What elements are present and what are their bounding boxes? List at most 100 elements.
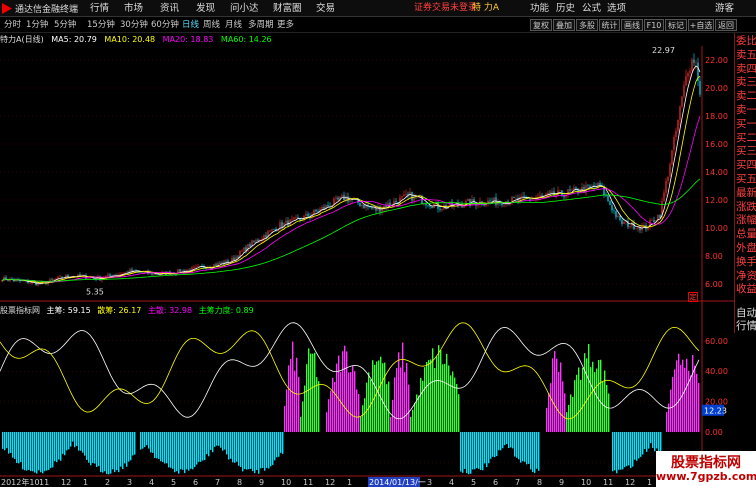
period-15min[interactable]: 15分钟: [87, 17, 115, 33]
tool-add-favorite[interactable]: +自选: [688, 19, 714, 31]
indicator-bar-negative: [500, 432, 502, 451]
candle-body: [555, 195, 557, 196]
indicator-bar-positive: [314, 352, 316, 432]
candle-body: [683, 85, 685, 97]
indicator-bar-negative: [74, 432, 76, 448]
period-intraday[interactable]: 分时: [4, 17, 21, 33]
tool-draw[interactable]: 画线: [621, 19, 643, 31]
login-status[interactable]: 证券交易未登录: [414, 0, 477, 17]
menu-trade[interactable]: 交易: [316, 0, 335, 17]
indicator-bar-positive: [430, 359, 432, 432]
indicator-tick: 0.00: [705, 428, 723, 437]
menu-discover[interactable]: 发现: [196, 0, 215, 17]
indicator-bar-positive: [328, 399, 330, 432]
indicator-bar-negative: [224, 432, 226, 450]
period-weekly[interactable]: 周线: [203, 17, 220, 33]
indicator-main-chip: 主筹: 59.15: [46, 306, 91, 315]
indicator-bar-positive: [438, 345, 440, 432]
candle-body: [401, 196, 403, 198]
date-tick: 1: [83, 478, 88, 487]
indicator-bar-negative: [514, 432, 516, 457]
indicator-bar-negative: [506, 432, 508, 445]
indicator-bar-positive: [554, 351, 556, 432]
indicator-bar-negative: [282, 432, 284, 454]
indicator-bar-positive: [380, 356, 382, 432]
indicator-bar-positive: [288, 365, 290, 432]
side-marker: 定: [688, 292, 698, 302]
indicator-bar-positive: [458, 394, 460, 432]
chart-canvas[interactable]: 22.0020.0018.0016.0014.0012.0010.008.006…: [0, 0, 756, 487]
candle-body: [109, 274, 111, 276]
indicator-bar-negative: [268, 432, 270, 469]
period-more[interactable]: 更多: [277, 17, 294, 33]
menu-wealth[interactable]: 财富圈: [273, 0, 302, 17]
indicator-tick: 60.00: [705, 337, 728, 346]
tool-adjust[interactable]: 复权: [530, 19, 552, 31]
indicator-bar-negative: [80, 432, 82, 451]
indicator-bar-negative: [624, 432, 626, 468]
indicator-bar-negative: [480, 432, 482, 470]
menu-guest[interactable]: 游客: [715, 0, 734, 17]
indicator-strength: 主筹力度: 0.89: [198, 306, 254, 315]
menu-market[interactable]: 市场: [124, 0, 143, 17]
indicator-bar-negative: [72, 432, 74, 442]
tool-mark[interactable]: 标记: [665, 19, 687, 31]
candle-body: [549, 192, 551, 194]
auto-quote-label[interactable]: 自动: [736, 307, 756, 319]
period-1min[interactable]: 1分钟: [26, 17, 48, 33]
menu-news[interactable]: 资讯: [160, 0, 179, 17]
candle-body: [519, 197, 521, 201]
tool-f10[interactable]: F10: [644, 19, 664, 31]
indicator-bar-negative: [24, 432, 26, 471]
period-daily[interactable]: 日线: [182, 17, 199, 33]
date-tick: 8: [537, 478, 542, 487]
candle-body: [295, 217, 297, 218]
period-30min[interactable]: 30分钟: [120, 17, 148, 33]
indicator-bar-negative: [630, 432, 632, 469]
indicator-bar-negative: [276, 432, 278, 458]
candle-body: [255, 239, 257, 242]
indicator-bar-positive: [440, 350, 442, 432]
tool-multi-stock[interactable]: 多股: [576, 19, 598, 31]
tool-overlay[interactable]: 叠加: [553, 19, 575, 31]
indicator-name[interactable]: 股票指标网: [0, 306, 40, 315]
indicator-bar-negative: [612, 432, 614, 472]
indicator-bar-negative: [204, 432, 206, 461]
menu-options[interactable]: 选项: [607, 0, 626, 17]
auto-quote-label[interactable]: 行情: [736, 320, 756, 332]
indicator-bar-negative: [90, 432, 92, 466]
indicator-bar-negative: [148, 432, 150, 449]
candle-body: [669, 164, 671, 177]
indicator-bar-negative: [128, 432, 130, 462]
period-5min[interactable]: 5分钟: [54, 17, 76, 33]
indicator-bar-negative: [88, 432, 90, 463]
moving-averages: [1, 65, 701, 284]
tool-stats[interactable]: 统计: [599, 19, 620, 31]
indicator-bar-negative: [460, 432, 462, 472]
menu-history[interactable]: 历史: [556, 0, 575, 17]
tool-back[interactable]: 返回: [715, 19, 737, 31]
candle-body: [629, 226, 631, 227]
indicator-bar-negative: [538, 432, 540, 471]
candle-body: [321, 206, 323, 209]
indicator-bar-negative: [140, 432, 142, 450]
menu-market-quote[interactable]: 行情: [90, 0, 109, 17]
date-tick: 12: [325, 478, 335, 487]
menu-formula[interactable]: 公式: [582, 0, 601, 17]
indicator-bar-negative: [104, 432, 106, 472]
indicator-bar-positive: [676, 360, 678, 432]
period-multi[interactable]: 多周期: [248, 17, 274, 33]
period-monthly[interactable]: 月线: [225, 17, 242, 33]
indicator-bar-negative: [536, 432, 538, 469]
indicator-bar-positive: [698, 383, 700, 432]
menu-ask[interactable]: 问小达: [230, 0, 259, 17]
quote-row-label: 买二: [736, 131, 756, 144]
indicator-bar-negative: [488, 432, 490, 464]
menu-function[interactable]: 功能: [530, 0, 549, 17]
quote-row-label: 卖四: [736, 62, 756, 75]
candle-body: [337, 197, 339, 200]
indicator-bar-positive: [584, 353, 586, 432]
period-60min[interactable]: 60分钟: [151, 17, 179, 33]
candle-body: [51, 279, 53, 280]
indicator-bar-negative: [182, 432, 184, 470]
